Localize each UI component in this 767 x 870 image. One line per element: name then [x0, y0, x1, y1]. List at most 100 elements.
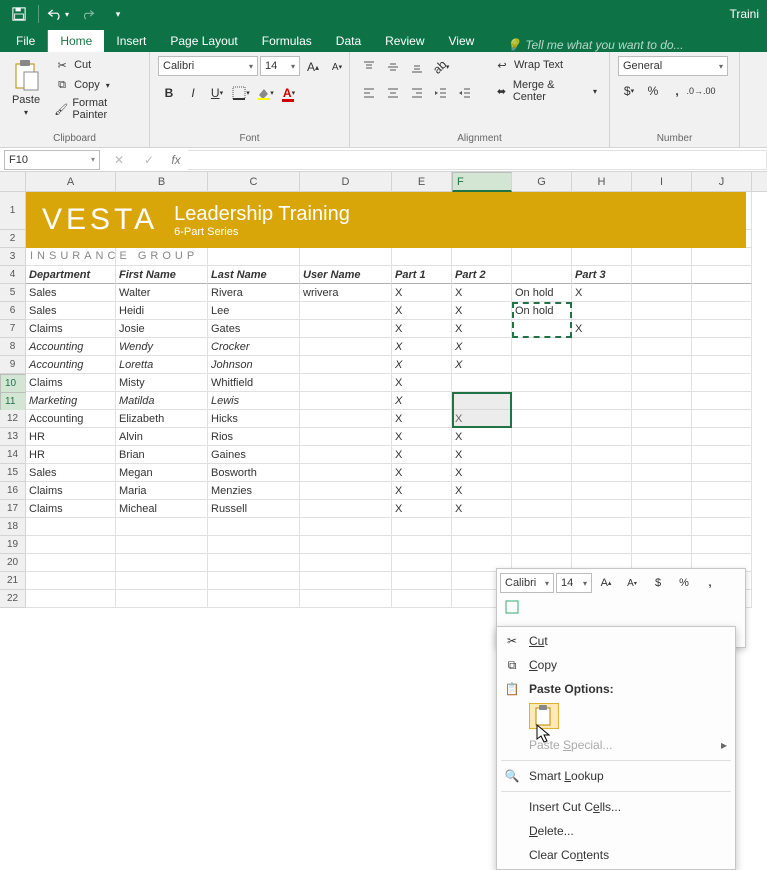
cell[interactable]: X — [572, 320, 632, 338]
cell[interactable] — [692, 266, 752, 284]
cell[interactable]: Whitfield — [208, 374, 300, 392]
cell[interactable] — [632, 356, 692, 374]
col-header-E[interactable]: E — [392, 172, 452, 191]
col-header-I[interactable]: I — [632, 172, 692, 191]
cell[interactable]: Elizabeth — [116, 410, 208, 428]
cell[interactable] — [572, 410, 632, 428]
cell[interactable]: Gates — [208, 320, 300, 338]
cell[interactable] — [300, 374, 392, 392]
cell[interactable]: X — [392, 464, 452, 482]
cell[interactable]: X — [452, 284, 512, 302]
cell[interactable]: Marketing — [26, 392, 116, 410]
cell[interactable] — [692, 284, 752, 302]
cell[interactable] — [300, 392, 392, 410]
cell[interactable]: On hold — [512, 284, 572, 302]
cell[interactable]: X — [392, 302, 452, 320]
align-left-button[interactable] — [358, 82, 380, 104]
cell[interactable]: On hold — [512, 302, 572, 320]
cell[interactable]: HR — [26, 428, 116, 446]
row-header[interactable]: 19 — [0, 536, 26, 554]
cell[interactable] — [512, 248, 572, 266]
cell[interactable] — [512, 410, 572, 428]
paste-button[interactable]: Paste▾ — [8, 56, 44, 117]
cell[interactable] — [512, 446, 572, 464]
cell[interactable] — [692, 320, 752, 338]
align-bottom-button[interactable] — [406, 56, 428, 78]
cell[interactable]: User Name — [300, 266, 392, 284]
align-center-button[interactable] — [382, 82, 404, 104]
cut-button[interactable]: ✂Cut — [50, 56, 141, 74]
cell[interactable] — [692, 356, 752, 374]
cell[interactable] — [692, 410, 752, 428]
cell[interactable] — [692, 536, 752, 554]
cell[interactable]: Rios — [208, 428, 300, 446]
cell[interactable] — [632, 266, 692, 284]
cell[interactable]: Micheal — [116, 500, 208, 518]
cell[interactable] — [512, 392, 572, 410]
row-header[interactable]: 5 — [0, 284, 26, 302]
italic-button[interactable]: I — [182, 82, 204, 104]
cell[interactable]: Maria — [116, 482, 208, 500]
cell[interactable]: X — [452, 320, 512, 338]
col-header-D[interactable]: D — [300, 172, 392, 191]
cell[interactable]: X — [392, 320, 452, 338]
cell[interactable] — [300, 356, 392, 374]
cell[interactable] — [26, 518, 116, 536]
cell[interactable] — [632, 464, 692, 482]
row-header[interactable]: 6 — [0, 302, 26, 320]
cell[interactable] — [692, 482, 752, 500]
font-size-select[interactable]: 14 — [260, 56, 300, 76]
cell[interactable] — [26, 536, 116, 554]
cell[interactable]: X — [452, 356, 512, 374]
cell[interactable]: Sales — [26, 302, 116, 320]
cell[interactable]: X — [392, 428, 452, 446]
cell[interactable] — [512, 266, 572, 284]
cell[interactable] — [392, 536, 452, 554]
cell[interactable] — [572, 446, 632, 464]
cell[interactable] — [632, 446, 692, 464]
cell[interactable] — [692, 392, 752, 410]
tab-home[interactable]: Home — [48, 30, 104, 52]
cell[interactable]: Matilda — [116, 392, 208, 410]
cell[interactable] — [300, 428, 392, 446]
cell[interactable] — [692, 464, 752, 482]
cell[interactable]: X — [392, 338, 452, 356]
cell[interactable]: Part 1 — [392, 266, 452, 284]
cell[interactable] — [572, 356, 632, 374]
cell[interactable] — [452, 248, 512, 266]
cell[interactable]: Johnson — [208, 356, 300, 374]
cell[interactable] — [208, 572, 300, 590]
cell[interactable]: Loretta — [116, 356, 208, 374]
cell[interactable]: X — [452, 482, 512, 500]
cell[interactable]: Sales — [26, 284, 116, 302]
cell[interactable] — [512, 356, 572, 374]
font-name-select[interactable]: Calibri — [158, 56, 258, 76]
cell[interactable]: Accounting — [26, 338, 116, 356]
cell[interactable] — [300, 572, 392, 590]
cell[interactable] — [512, 518, 572, 536]
cell[interactable] — [300, 410, 392, 428]
cell[interactable]: Lee — [208, 302, 300, 320]
cell[interactable]: X — [452, 464, 512, 482]
cell[interactable] — [452, 374, 512, 392]
formula-input[interactable] — [188, 150, 767, 170]
cell[interactable] — [572, 302, 632, 320]
cell[interactable] — [208, 536, 300, 554]
ctx-copy[interactable]: ⧉Copy — [497, 653, 735, 677]
cell[interactable]: Claims — [26, 320, 116, 338]
number-format-select[interactable]: General — [618, 56, 728, 76]
cell[interactable]: Lewis — [208, 392, 300, 410]
row-header[interactable]: 22 — [0, 590, 26, 608]
cell[interactable]: X — [452, 500, 512, 518]
cell[interactable] — [572, 248, 632, 266]
row-header[interactable]: 18 — [0, 518, 26, 536]
row-header[interactable]: 12 — [0, 410, 26, 428]
tell-me[interactable]: 💡Tell me what you want to do... — [486, 38, 683, 52]
increase-decimal-button[interactable]: .0→.00 — [690, 80, 712, 102]
cell[interactable] — [26, 572, 116, 590]
col-header-H[interactable]: H — [572, 172, 632, 191]
cell[interactable]: wrivera — [300, 284, 392, 302]
mini-font-size[interactable]: 14 — [556, 573, 592, 593]
decrease-font-button[interactable]: A▾ — [326, 56, 348, 78]
cell[interactable]: Alvin — [116, 428, 208, 446]
